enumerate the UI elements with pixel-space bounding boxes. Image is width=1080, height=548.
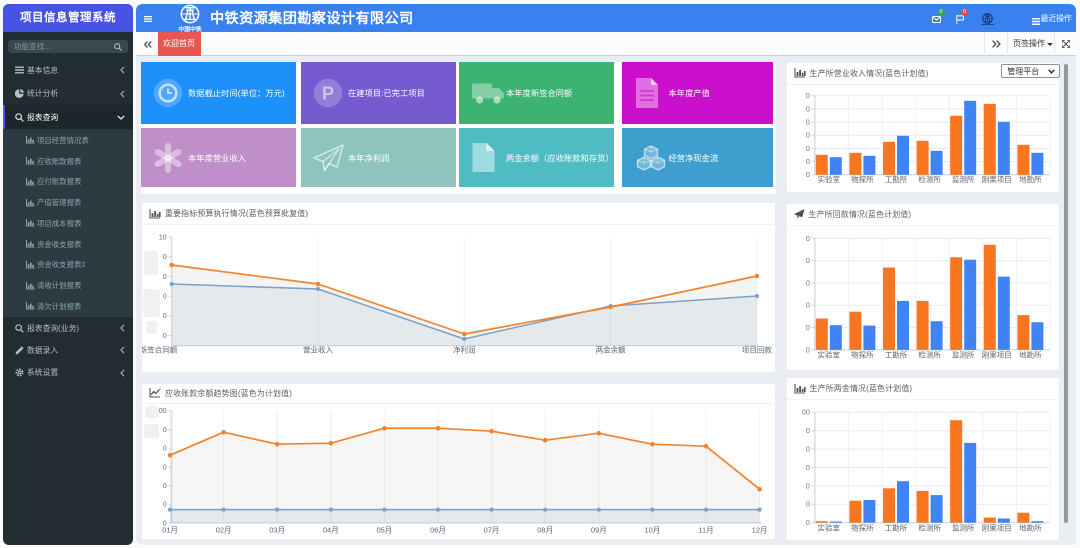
svg-text:刚果项目: 刚果项目: [981, 524, 1011, 533]
svg-text:地勘所: 地勘所: [1019, 523, 1042, 533]
svg-text:10: 10: [159, 232, 167, 241]
svg-text:两金余额: 两金余额: [596, 344, 626, 354]
svg-text:工勘所: 工勘所: [884, 349, 907, 359]
svg-text:监测所: 监测所: [951, 174, 974, 184]
svg-text:0: 0: [805, 445, 809, 454]
svg-text:物探所: 物探所: [851, 523, 874, 533]
svg-text:0: 0: [805, 426, 809, 435]
svg-text:0: 0: [805, 345, 809, 354]
svg-text:12月: 12月: [752, 525, 768, 534]
svg-text:监测所: 监测所: [951, 523, 974, 533]
svg-text:地勘所: 地勘所: [1019, 174, 1042, 184]
svg-text:04月: 04月: [323, 525, 339, 534]
svg-text:实验室: 实验室: [817, 349, 840, 359]
svg-text:0: 0: [805, 91, 809, 100]
svg-text:05月: 05月: [376, 525, 392, 534]
svg-text:项目回款: 项目回款: [742, 344, 772, 354]
svg-text:10月: 10月: [644, 525, 660, 534]
svg-text:03月: 03月: [269, 525, 285, 534]
svg-text:净利润: 净利润: [453, 344, 476, 354]
svg-text:0: 0: [805, 117, 809, 126]
svg-text:0: 0: [805, 278, 809, 287]
svg-text:0: 0: [805, 170, 809, 179]
svg-text:0: 0: [805, 323, 809, 332]
svg-text:02月: 02月: [216, 525, 232, 534]
svg-text:物探所: 物探所: [851, 174, 874, 184]
svg-text:0: 0: [163, 443, 167, 452]
svg-text:0: 0: [805, 256, 809, 265]
svg-text:0: 0: [805, 518, 809, 527]
svg-text:0: 0: [805, 500, 809, 509]
svg-text:0: 0: [805, 104, 809, 113]
svg-text:0: 0: [805, 234, 809, 243]
svg-text:0: 0: [805, 157, 809, 166]
svg-text:11月: 11月: [698, 525, 713, 534]
svg-text:00: 00: [159, 406, 167, 415]
svg-text:0: 0: [163, 252, 167, 261]
svg-text:00: 00: [801, 408, 809, 417]
svg-text:检测所: 检测所: [918, 523, 941, 533]
svg-text:实验室: 实验室: [817, 174, 840, 184]
svg-text:0: 0: [163, 425, 167, 434]
svg-text:新签合同额: 新签合同额: [142, 344, 178, 354]
svg-text:实验室: 实验室: [817, 523, 840, 533]
svg-text:P: P: [322, 83, 334, 103]
svg-text:0: 0: [163, 499, 167, 508]
svg-text:工勘所: 工勘所: [884, 523, 907, 533]
svg-text:0: 0: [163, 311, 167, 320]
svg-text:0: 0: [805, 300, 809, 309]
svg-text:0: 0: [163, 331, 167, 340]
svg-text:地勘所: 地勘所: [1019, 349, 1042, 359]
svg-text:0: 0: [805, 481, 809, 490]
svg-text:检测所: 检测所: [918, 174, 941, 184]
svg-text:0: 0: [805, 463, 809, 472]
svg-text:07月: 07月: [484, 525, 500, 534]
svg-text:监测所: 监测所: [951, 349, 974, 359]
svg-text:06月: 06月: [430, 525, 446, 534]
svg-text:物探所: 物探所: [851, 349, 874, 359]
svg-text:0: 0: [163, 462, 167, 471]
svg-text:0: 0: [805, 144, 809, 153]
svg-text:01月: 01月: [162, 525, 178, 534]
svg-text:工勘所: 工勘所: [884, 174, 907, 184]
svg-text:0: 0: [805, 130, 809, 139]
svg-text:刚果项目: 刚果项目: [981, 175, 1011, 184]
svg-text:08月: 08月: [537, 525, 553, 534]
svg-text:0: 0: [163, 292, 167, 301]
svg-text:0: 0: [163, 481, 167, 490]
svg-text:营业收入: 营业收入: [303, 344, 333, 354]
svg-text:刚果项目: 刚果项目: [981, 350, 1011, 359]
svg-text:09月: 09月: [591, 525, 607, 534]
svg-text:0: 0: [163, 272, 167, 281]
svg-text:检测所: 检测所: [918, 349, 941, 359]
